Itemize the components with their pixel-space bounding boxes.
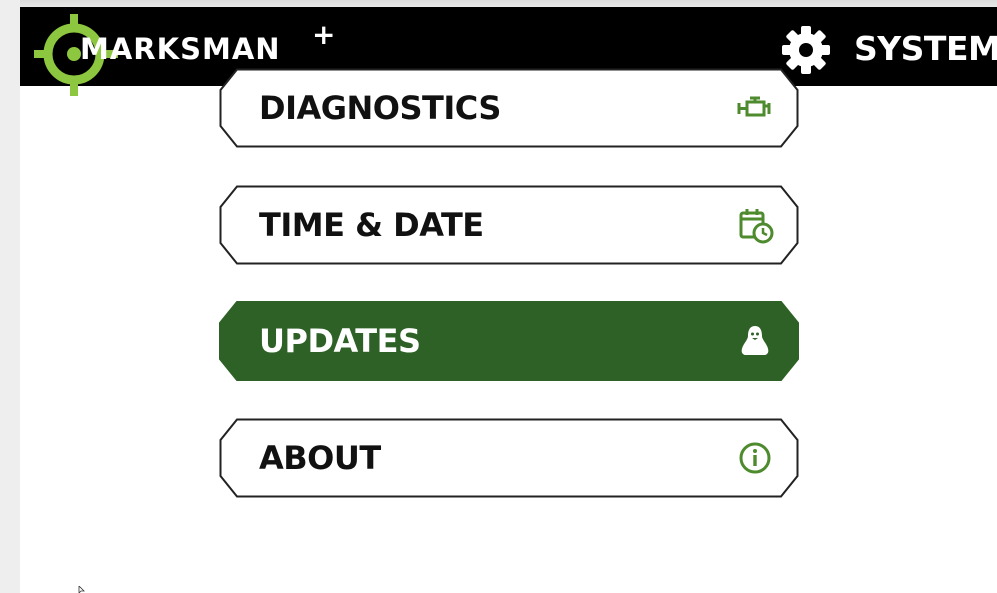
brand-plus: +: [312, 18, 336, 51]
page-title: SYSTEM: [854, 29, 997, 68]
menu-item-time-date[interactable]: TIME & DATE: [219, 185, 799, 265]
window-frame-top: [0, 0, 997, 7]
mouse-cursor-icon: [78, 586, 85, 593]
menu-item-label: UPDATES: [259, 322, 421, 360]
menu-item-label: DIAGNOSTICS: [259, 89, 501, 127]
menu-item-updates[interactable]: UPDATES: [219, 301, 799, 381]
linux-penguin-icon: [741, 326, 769, 355]
window-frame-left: [0, 0, 20, 593]
brand-name: MARKSMAN: [80, 32, 281, 66]
engine-icon: [737, 96, 771, 117]
info-icon: [739, 442, 771, 474]
menu-item-about[interactable]: ABOUT: [219, 418, 799, 498]
menu-item-label: TIME & DATE: [259, 206, 484, 244]
calendar-clock-icon: [739, 209, 774, 244]
menu-item-label: ABOUT: [259, 439, 381, 477]
menu-item-diagnostics[interactable]: DIAGNOSTICS: [219, 68, 799, 148]
